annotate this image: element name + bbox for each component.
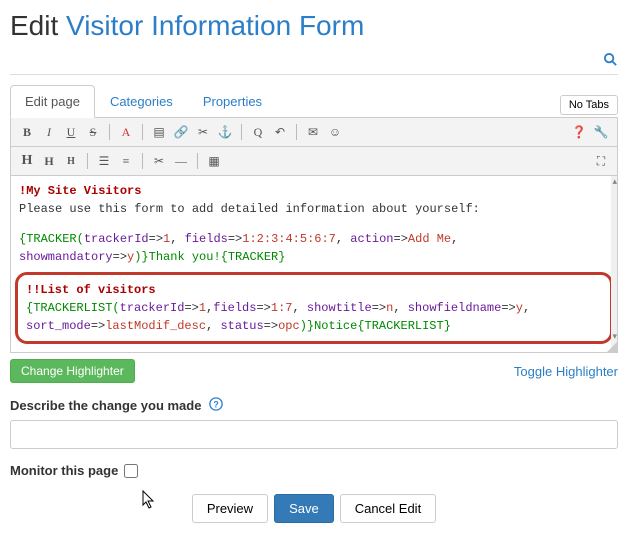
unlink-button[interactable]: ✂: [193, 122, 213, 142]
undo-button[interactable]: ↶: [270, 122, 290, 142]
title-link[interactable]: Visitor Information Form: [66, 10, 364, 41]
cut-button[interactable]: ✂: [149, 151, 169, 171]
fullscreen-icon[interactable]: ⛶: [591, 151, 611, 171]
h3-button[interactable]: H: [61, 151, 81, 171]
search-icon[interactable]: [603, 52, 618, 72]
svg-text:?: ?: [214, 400, 219, 410]
link-button[interactable]: 🔗: [171, 122, 191, 142]
separator: [87, 153, 88, 169]
editor-area[interactable]: !My Site Visitors Please use this form t…: [11, 176, 617, 352]
tracker-plugin-line: {TRACKER(trackerId=>1, fields=>1:2:3:4:5…: [19, 230, 609, 266]
bold-button[interactable]: B: [17, 122, 37, 142]
help-icon[interactable]: ❓: [569, 122, 589, 142]
find-button[interactable]: Q: [248, 122, 268, 142]
monitor-row: Monitor this page: [10, 463, 618, 478]
hr-button[interactable]: —: [171, 151, 191, 171]
tab-bar: Edit page Categories Properties: [10, 85, 277, 118]
divider: [10, 74, 618, 75]
resize-grip[interactable]: [607, 342, 617, 352]
editor-line-plain: Please use this form to add detailed inf…: [19, 200, 609, 218]
preview-button[interactable]: Preview: [192, 494, 268, 523]
highlighted-block: !!List of visitors {TRACKERLIST(trackerI…: [15, 272, 613, 344]
tab-properties[interactable]: Properties: [188, 85, 277, 118]
monitor-checkbox[interactable]: [124, 464, 138, 478]
wiki-heading-2: !!List of visitors: [26, 283, 156, 297]
toggle-highlighter-link[interactable]: Toggle Highlighter: [514, 364, 618, 379]
cancel-edit-button[interactable]: Cancel Edit: [340, 494, 436, 523]
describe-change-input[interactable]: [10, 420, 618, 449]
list-ul-button[interactable]: ☰: [94, 151, 114, 171]
separator: [296, 124, 297, 140]
tab-edit-page[interactable]: Edit page: [10, 85, 95, 118]
text-color-button[interactable]: A: [116, 122, 136, 142]
page-title: Edit Visitor Information Form: [10, 10, 618, 42]
underline-button[interactable]: U: [61, 122, 81, 142]
toolbar-row-2: H H H ☰ ≡ ✂ — ▦ ⛶: [11, 147, 617, 176]
help-icon[interactable]: ?: [209, 397, 223, 414]
separator: [197, 153, 198, 169]
tab-categories[interactable]: Categories: [95, 85, 188, 118]
title-prefix: Edit: [10, 10, 58, 41]
save-button[interactable]: Save: [274, 494, 334, 523]
editor-panel: B I U S A ▤ 🔗 ✂ ⚓ Q ↶ ✉ ☺ ❓ 🔧 H H H: [10, 117, 618, 353]
strike-button[interactable]: S: [83, 122, 103, 142]
separator: [241, 124, 242, 140]
wiki-heading-1: !My Site Visitors: [19, 184, 141, 198]
scrollbar[interactable]: ▴▾: [611, 176, 617, 352]
anchor-button[interactable]: ⚓: [215, 122, 235, 142]
separator: [142, 124, 143, 140]
smile-button[interactable]: ☺: [325, 122, 345, 142]
describe-change-label: Describe the change you made ?: [10, 397, 618, 414]
monitor-label: Monitor this page: [10, 463, 118, 478]
image-button[interactable]: ▤: [149, 122, 169, 142]
separator: [109, 124, 110, 140]
h1-button[interactable]: H: [17, 151, 37, 171]
list-ol-button[interactable]: ≡: [116, 151, 136, 171]
toolbar-row-1: B I U S A ▤ 🔗 ✂ ⚓ Q ↶ ✉ ☺ ❓ 🔧: [11, 118, 617, 147]
separator: [142, 153, 143, 169]
change-highlighter-button[interactable]: Change Highlighter: [10, 359, 135, 383]
trackerlist-plugin-line: {TRACKERLIST(trackerId=>1,fields=>1:7, s…: [26, 299, 602, 335]
h2-button[interactable]: H: [39, 151, 59, 171]
mail-button[interactable]: ✉: [303, 122, 323, 142]
button-row: Preview Save Cancel Edit: [10, 494, 618, 523]
wrench-icon[interactable]: 🔧: [591, 122, 611, 142]
editor-content[interactable]: !My Site Visitors Please use this form t…: [11, 176, 617, 352]
italic-button[interactable]: I: [39, 122, 59, 142]
no-tabs-button[interactable]: No Tabs: [560, 95, 618, 115]
table-button[interactable]: ▦: [204, 151, 224, 171]
